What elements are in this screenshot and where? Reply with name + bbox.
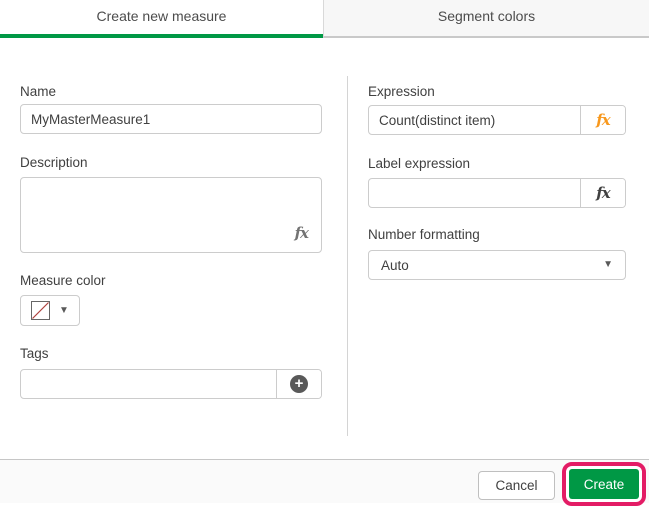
description-label: Description [20, 155, 88, 170]
plus-circle-icon: + [290, 375, 308, 393]
measure-color-label: Measure color [20, 273, 106, 288]
description-field-wrap: fx [20, 177, 322, 253]
click-highlight-annotation: Create [562, 462, 646, 506]
column-divider [347, 76, 348, 436]
expression-editor-button[interactable]: fx [580, 106, 625, 134]
no-color-swatch-icon [31, 301, 50, 320]
description-textarea[interactable] [20, 177, 322, 253]
expression-input[interactable] [369, 106, 580, 134]
tab-create-new-measure[interactable]: Create new measure [0, 0, 323, 38]
label-expression-input-group: fx [368, 178, 626, 208]
label-expression-input[interactable] [369, 179, 580, 207]
tab-create-new-measure-label: Create new measure [96, 8, 227, 24]
number-formatting-label: Number formatting [368, 227, 480, 242]
tags-input[interactable] [21, 370, 276, 398]
dialog-footer: Cancel Create [0, 459, 649, 506]
measure-color-chevron-down-icon: ▼ [59, 304, 69, 316]
expression-label: Expression [368, 84, 435, 99]
number-formatting-chevron-down-icon: ▼ [603, 259, 613, 270]
tab-segment-colors[interactable]: Segment colors [323, 0, 649, 38]
tags-label: Tags [20, 346, 49, 361]
number-formatting-value: Auto [381, 257, 409, 273]
name-label: Name [20, 84, 57, 99]
label-expression-fx-icon: fx [596, 183, 610, 202]
label-expression-editor-button[interactable]: fx [580, 179, 625, 207]
expression-input-group: fx [368, 105, 626, 135]
expression-fx-icon: fx [596, 110, 610, 129]
tab-segment-colors-label: Segment colors [437, 8, 536, 24]
number-formatting-dropdown[interactable]: Auto ▼ [368, 250, 626, 280]
add-tag-button[interactable]: + [276, 370, 321, 398]
tab-bar: Create new measure Segment colors [0, 0, 649, 38]
measure-color-dropdown[interactable]: ▼ [20, 295, 80, 326]
tags-input-group: + [20, 369, 322, 399]
name-input[interactable] [20, 104, 322, 134]
create-button[interactable]: Create [569, 469, 639, 499]
label-expression-label: Label expression [368, 156, 471, 171]
cancel-button[interactable]: Cancel [478, 471, 555, 500]
